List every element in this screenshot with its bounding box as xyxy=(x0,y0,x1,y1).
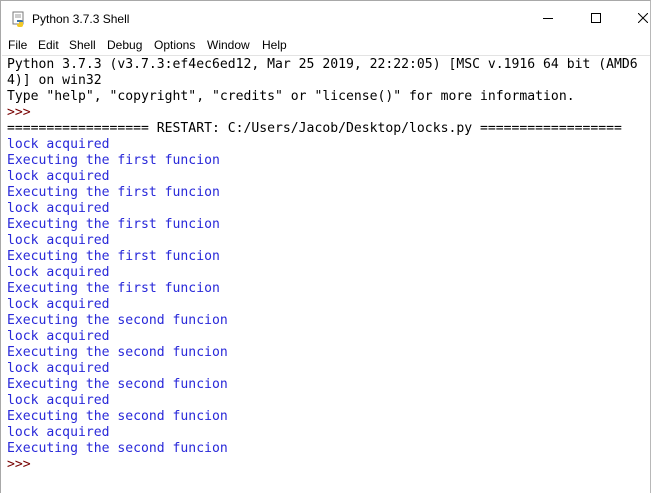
shell-output-line: lock acquired xyxy=(7,137,110,152)
menu-debug[interactable]: Debug xyxy=(107,38,142,52)
shell-output-line: 4)] on win32 xyxy=(7,73,102,88)
menu-edit[interactable]: Edit xyxy=(38,38,59,52)
menu-file[interactable]: File xyxy=(8,38,27,52)
shell-output-line: Executing the first funcion xyxy=(7,217,220,232)
shell-prompt: >>> xyxy=(7,105,39,120)
shell-prompt: >>> xyxy=(7,457,39,472)
shell-output-line: lock acquired xyxy=(7,169,110,184)
shell-output-line: lock acquired xyxy=(7,361,110,376)
title-bar[interactable]: Python 3.7.3 Shell xyxy=(1,1,650,35)
menu-help[interactable]: Help xyxy=(262,38,287,52)
close-button[interactable] xyxy=(620,1,652,35)
python-idle-icon xyxy=(12,11,24,27)
shell-output-line: Executing the second funcion xyxy=(7,313,228,328)
shell-output-line: Executing the second funcion xyxy=(7,377,228,392)
maximize-icon xyxy=(591,13,601,23)
minimize-button[interactable] xyxy=(525,1,571,35)
shell-output-line: lock acquired xyxy=(7,329,110,344)
window-title: Python 3.7.3 Shell xyxy=(32,12,130,26)
shell-output-line: lock acquired xyxy=(7,233,110,248)
menu-options[interactable]: Options xyxy=(154,38,195,52)
menu-bar: File Edit Shell Debug Options Window Hel… xyxy=(1,35,650,55)
shell-output-line: Executing the first funcion xyxy=(7,185,220,200)
shell-output-line: lock acquired xyxy=(7,393,110,408)
shell-output-line: Executing the first funcion xyxy=(7,153,220,168)
shell-output-line: Executing the first funcion xyxy=(7,249,220,264)
shell-output-line: lock acquired xyxy=(7,297,110,312)
shell-text-area[interactable]: Python 3.7.3 (v3.7.3:ef4ec6ed12, Mar 25 … xyxy=(2,55,650,495)
shell-output-line: lock acquired xyxy=(7,265,110,280)
shell-output-line: lock acquired xyxy=(7,201,110,216)
close-icon xyxy=(638,13,648,23)
shell-output-line: lock acquired xyxy=(7,425,110,440)
idle-shell-window: Python 3.7.3 Shell File Edit Shell Debug… xyxy=(0,0,651,495)
shell-output-line: Python 3.7.3 (v3.7.3:ef4ec6ed12, Mar 25 … xyxy=(7,57,638,72)
menu-shell[interactable]: Shell xyxy=(69,38,96,52)
maximize-button[interactable] xyxy=(573,1,619,35)
shell-output-line: Executing the first funcion xyxy=(7,281,220,296)
minimize-icon xyxy=(543,18,553,19)
shell-output-line: Executing the second funcion xyxy=(7,345,228,360)
menu-window[interactable]: Window xyxy=(207,38,250,52)
shell-output-line: Executing the second funcion xyxy=(7,409,228,424)
shell-output-line: ================== RESTART: C:/Users/Jac… xyxy=(7,121,622,136)
shell-output-line: Executing the second funcion xyxy=(7,441,228,456)
shell-output-line: Type "help", "copyright", "credits" or "… xyxy=(7,89,575,104)
